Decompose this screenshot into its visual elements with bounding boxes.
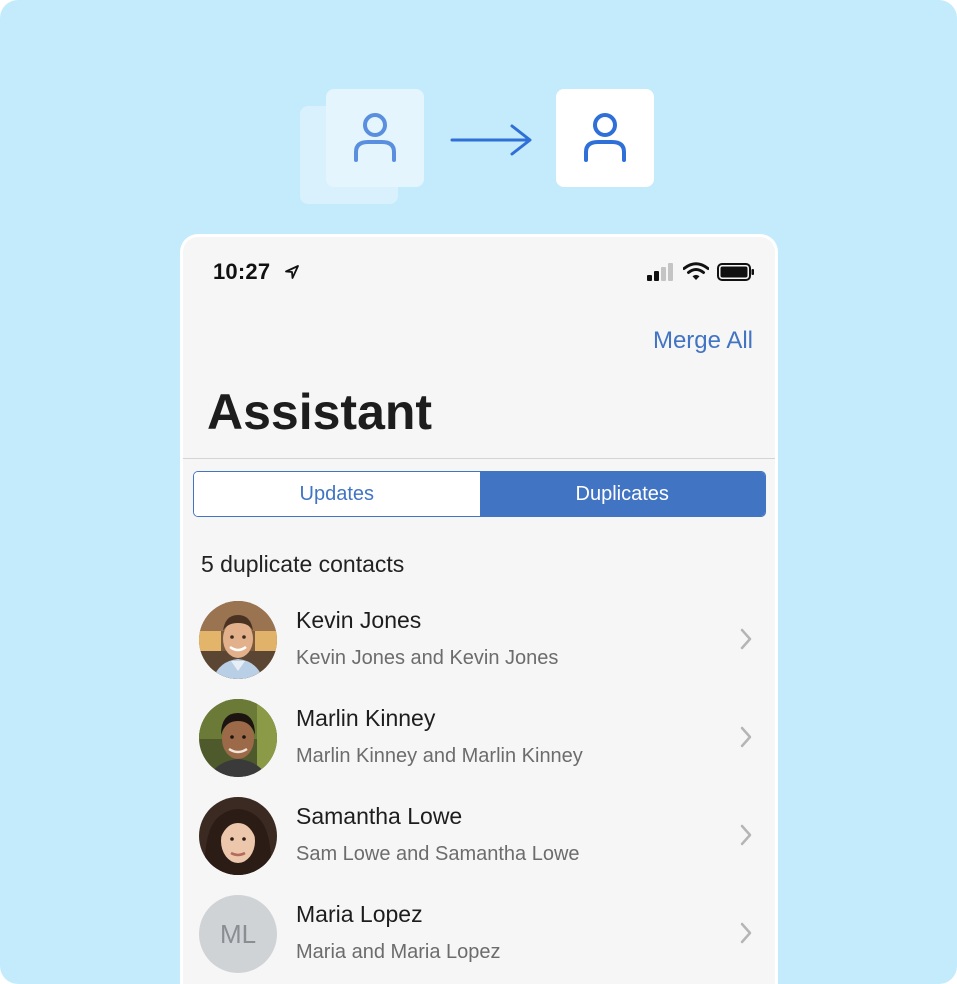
header-divider: [183, 458, 775, 459]
contact-name: Samantha Lowe: [296, 803, 463, 829]
chevron-right-icon: [740, 922, 752, 944]
arrow-right-icon: [450, 124, 532, 156]
segmented-control: Updates Duplicates: [193, 471, 766, 517]
list-item[interactable]: Kevin Jones Kevin Jones and Kevin Jones: [183, 597, 775, 695]
tab-updates[interactable]: Updates: [194, 472, 480, 516]
avatar: [199, 699, 277, 777]
status-indicators: [647, 262, 755, 281]
chevron-right-icon: [740, 824, 752, 846]
contact-detail: Kevin Jones and Kevin Jones: [296, 647, 559, 669]
contact-detail: Marlin Kinney and Marlin Kinney: [296, 745, 583, 767]
wifi-icon: [683, 262, 709, 280]
location-arrow-icon: [285, 265, 299, 279]
illustration-card-target: [556, 89, 654, 187]
chevron-right-icon: [740, 628, 752, 650]
list-item[interactable]: Marlin Kinney Marlin Kinney and Marlin K…: [183, 695, 775, 793]
illustration-card-source: [326, 89, 424, 187]
cellular-signal-icon: [647, 262, 673, 281]
avatar: [199, 797, 277, 875]
contact-name: Marlin Kinney: [296, 705, 436, 731]
status-time: 10:27: [213, 259, 271, 284]
duplicate-contacts-list: Kevin Jones Kevin Jones and Kevin Jones: [183, 597, 775, 984]
contact-name: Kevin Jones: [296, 607, 422, 633]
page-title: Assistant: [207, 384, 433, 440]
person-icon: [584, 113, 626, 162]
contact-detail: Sam Lowe and Samantha Lowe: [296, 843, 580, 865]
chevron-right-icon: [740, 726, 752, 748]
contact-detail: Maria and Maria Lopez: [296, 941, 501, 963]
list-item[interactable]: Samantha Lowe Sam Lowe and Samantha Lowe: [183, 793, 775, 891]
battery-icon: [717, 262, 754, 281]
contact-name: Maria Lopez: [296, 901, 423, 927]
background-canvas: 10:27 Merge All Assistant Updates Duplic…: [0, 0, 957, 984]
avatar-initials: ML: [199, 895, 277, 973]
avatar: [199, 601, 277, 679]
person-icon: [354, 113, 396, 162]
list-item[interactable]: ML Maria Lopez Maria and Maria Lopez: [183, 891, 775, 984]
merge-all-button[interactable]: Merge All: [653, 327, 753, 355]
tab-duplicates[interactable]: Duplicates: [479, 472, 765, 516]
phone-screen: 10:27 Merge All Assistant Updates Duplic…: [180, 234, 778, 984]
section-header: 5 duplicate contacts: [201, 551, 405, 577]
